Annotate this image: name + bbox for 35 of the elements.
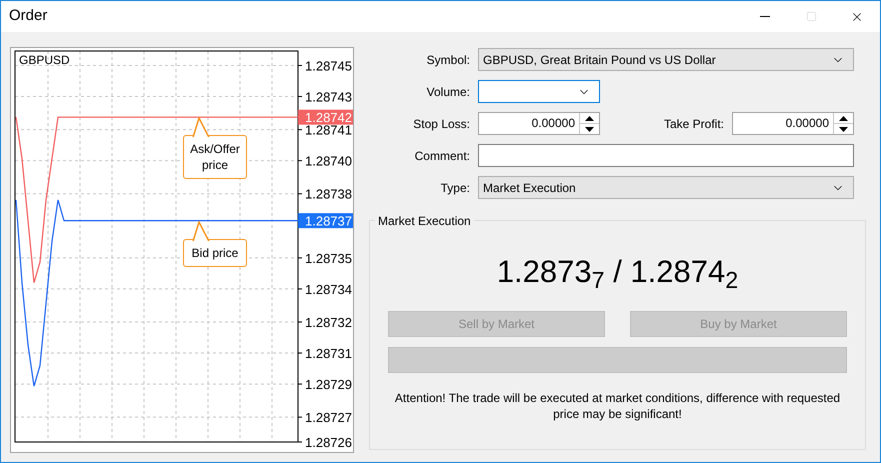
field-label: Stop Loss: [413, 116, 470, 130]
axis-tick: 1.28731 [298, 346, 352, 362]
spinner-icon[interactable] [579, 113, 599, 134]
symbol-dropdown[interactable]: GBPUSD, Great Britain Pound vs US Dollar [478, 48, 854, 71]
price-tag: 1.28742 [298, 110, 353, 126]
axis-tick: 1.28735 [298, 250, 352, 266]
axis-tick: 1.28732 [298, 315, 352, 330]
take-profit-field[interactable]: 0.00000 [732, 112, 854, 135]
stop-loss-field[interactable]: 0.00000 [478, 112, 600, 135]
y-tick-label: 1.28732 [305, 315, 352, 330]
field-label: Take Profit: [664, 116, 724, 130]
axis-tick: 1.28743 [298, 90, 352, 105]
axis-tick: 1.28740 [298, 154, 352, 169]
axis-tick: 1.28738 [298, 186, 352, 202]
axis-tick: 1.28734 [298, 282, 352, 297]
callout-text: Bid price [192, 246, 238, 260]
field-label: Comment: [414, 148, 470, 162]
axis-tick: 1.28745 [298, 58, 352, 74]
chart-title: GBPUSD [19, 53, 70, 67]
field-label: Symbol: [426, 52, 470, 66]
axis-tick: 1.28727 [298, 410, 352, 426]
window-title: Order [8, 6, 48, 26]
volume-field[interactable] [478, 80, 600, 103]
price-tag: 1.28737 [298, 213, 353, 229]
axis-tick: 1.28729 [298, 377, 352, 392]
attention-notice: Attention! The trade will be executed at market conditions, difference with requested price may be significant! [394, 390, 842, 422]
comment-field[interactable] [478, 144, 854, 167]
axis-tick: 1.28741 [298, 122, 352, 138]
field-label: Volume: [426, 84, 470, 98]
callout-text: Ask/Offer price [190, 142, 240, 172]
field-label: Type: [440, 180, 470, 194]
quote-price: 1.2873$_{7}$ / 1.2874$_{2}$ [496, 254, 738, 290]
axis-tick: 1.28726 [298, 435, 352, 450]
spinner-icon[interactable] [833, 113, 853, 134]
type-dropdown[interactable]: Market Execution [478, 176, 854, 199]
